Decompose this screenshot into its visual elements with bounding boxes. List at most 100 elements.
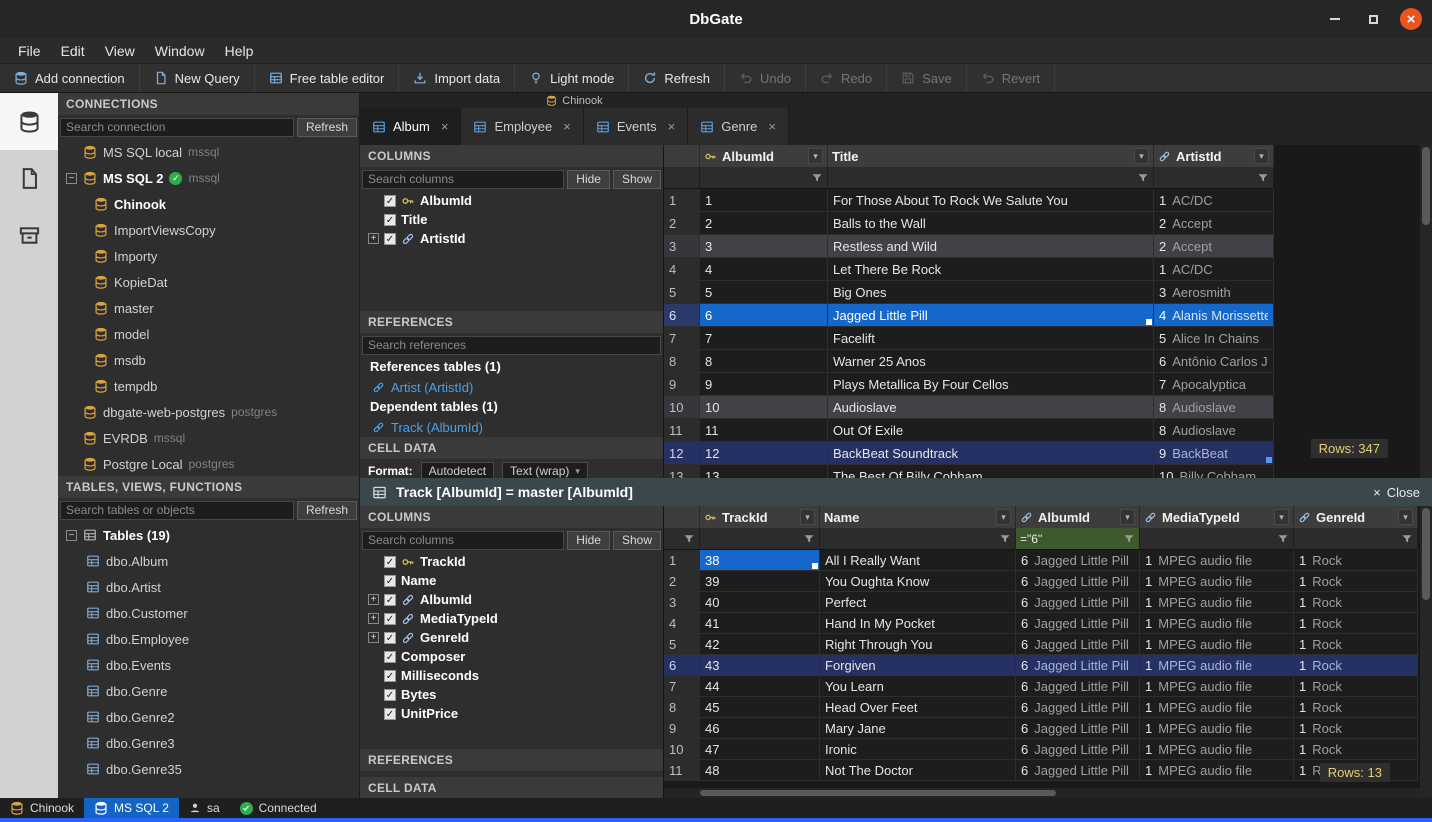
grid-cell[interactable]: 42 (700, 634, 820, 655)
grid-cell[interactable]: 1Rock (1294, 655, 1418, 676)
column-item-trackid[interactable]: ✓TrackId (360, 552, 663, 571)
filter-cell-albumid[interactable] (1016, 528, 1140, 550)
grid-cell[interactable]: You Learn (820, 676, 1016, 697)
tables-refresh-button[interactable]: Refresh (297, 501, 357, 520)
format-mode-dropdown[interactable]: Text (wrap) ▾ (502, 462, 588, 478)
row-number[interactable]: 1 (664, 550, 700, 571)
grid-cell[interactable]: Warner 25 Anos (828, 350, 1154, 373)
grid-cell[interactable]: 38 (700, 550, 820, 571)
chevron-down-icon[interactable]: ▾ (996, 509, 1011, 525)
strip-database-button[interactable] (0, 93, 58, 150)
menu-help[interactable]: Help (215, 41, 264, 61)
menu-window[interactable]: Window (145, 41, 215, 61)
reference-link-artist[interactable]: Artist (ArtistId) (360, 377, 663, 397)
expand-icon[interactable]: + (368, 613, 379, 624)
toolbar-refresh[interactable]: Refresh (629, 64, 725, 92)
grid-cell[interactable]: 1Rock (1294, 550, 1418, 571)
checkbox[interactable]: ✓ (384, 708, 396, 720)
grid-corner[interactable] (664, 145, 700, 167)
grid-cell[interactable]: 1Rock (1294, 676, 1418, 697)
grid-cell[interactable]: 1Rock (1294, 739, 1418, 760)
row-number[interactable]: 5 (664, 281, 700, 304)
connection-item[interactable]: −MS SQL 2✓mssql (58, 165, 359, 191)
grid-cell[interactable]: 1AC/DC (1154, 258, 1274, 281)
references-search-input[interactable] (362, 336, 661, 355)
grid-cell[interactable]: 1MPEG audio file (1140, 739, 1294, 760)
dependent-link-track[interactable]: Track (AlbumId) (360, 417, 663, 437)
grid-cell[interactable]: 1MPEG audio file (1140, 676, 1294, 697)
row-number[interactable]: 8 (664, 697, 700, 718)
chevron-down-icon[interactable]: ▾ (1134, 148, 1149, 164)
grid-cell[interactable]: 8Audioslave (1154, 396, 1274, 419)
expand-icon[interactable]: + (368, 632, 379, 643)
grid-cell[interactable]: 46 (700, 718, 820, 739)
row-number[interactable]: 4 (664, 613, 700, 634)
close-button[interactable]: × (1400, 8, 1422, 30)
table-item[interactable]: dbo.Album (58, 548, 359, 574)
database-item[interactable]: master (58, 295, 359, 321)
grid-cell[interactable]: 1AC/DC (1154, 189, 1274, 212)
column-header-albumid[interactable]: AlbumId▾ (1016, 506, 1140, 528)
checkbox[interactable]: ✓ (384, 651, 396, 663)
grid-cell[interactable]: 8Audioslave (1154, 419, 1274, 442)
row-number[interactable]: 10 (664, 396, 700, 419)
format-autodetect-dropdown[interactable]: Autodetect (421, 462, 494, 478)
vertical-scrollbar[interactable] (1420, 145, 1432, 478)
columns-search-input[interactable] (362, 531, 564, 550)
grid-cell[interactable]: 2 (700, 212, 828, 235)
minimize-button[interactable] (1324, 8, 1346, 30)
grid-cell[interactable]: 39 (700, 571, 820, 592)
grid-cell[interactable]: 1MPEG audio file (1140, 550, 1294, 571)
grid-cell[interactable]: 3Aerosmith (1154, 281, 1274, 304)
table-item[interactable]: dbo.Genre2 (58, 704, 359, 730)
hide-button[interactable]: Hide (567, 531, 610, 550)
grid-cell[interactable]: 6Jagged Little Pill (1016, 550, 1140, 571)
grid-cell[interactable]: 10Billy Cobham (1154, 465, 1274, 478)
grid-cell[interactable]: 47 (700, 739, 820, 760)
connection-item[interactable]: Postgre Localpostgres (58, 451, 359, 476)
filter-cell-artistid[interactable] (1154, 167, 1274, 189)
chevron-down-icon[interactable]: ▾ (1120, 509, 1135, 525)
chevron-down-icon[interactable]: ▾ (800, 509, 815, 525)
collapse-icon[interactable]: − (66, 530, 77, 541)
filter-input-title[interactable] (832, 167, 1137, 188)
grid-corner[interactable] (664, 506, 700, 528)
toolbar-import-data[interactable]: Import data (399, 64, 515, 92)
checkbox[interactable]: ✓ (384, 670, 396, 682)
grid-cell[interactable]: 10 (700, 396, 828, 419)
filter-corner[interactable] (664, 167, 700, 189)
grid-cell[interactable]: 1MPEG audio file (1140, 655, 1294, 676)
grid-cell[interactable]: 7Apocalyptica (1154, 373, 1274, 396)
filter-cell-name[interactable] (820, 528, 1016, 550)
filter-cell-title[interactable] (828, 167, 1154, 189)
statusbar-connection[interactable]: MS SQL 2 (84, 798, 179, 818)
row-number[interactable]: 13 (664, 465, 700, 478)
checkbox[interactable]: ✓ (384, 556, 396, 568)
expand-icon[interactable]: + (368, 594, 379, 605)
filter-input-genreid[interactable] (1298, 528, 1401, 549)
grid-cell[interactable]: 1Rock (1294, 697, 1418, 718)
row-number[interactable]: 9 (664, 718, 700, 739)
grid-cell[interactable]: 1Rock (1294, 718, 1418, 739)
tables-group[interactable]: −Tables (19) (58, 522, 359, 548)
grid-cell[interactable]: 43 (700, 655, 820, 676)
vertical-scrollbar[interactable] (1420, 506, 1432, 798)
tab-close-icon[interactable]: × (563, 119, 571, 134)
grid-cell[interactable]: Not The Doctor (820, 760, 1016, 781)
grid-cell[interactable]: 9 (700, 373, 828, 396)
database-item[interactable]: model (58, 321, 359, 347)
columns-search-input[interactable] (362, 170, 564, 189)
grid-cell[interactable]: Ironic (820, 739, 1016, 760)
connections-refresh-button[interactable]: Refresh (297, 118, 357, 137)
hide-button[interactable]: Hide (567, 170, 610, 189)
checkbox[interactable]: ✓ (384, 632, 396, 644)
row-number[interactable]: 8 (664, 350, 700, 373)
grid-cell[interactable]: Out Of Exile (828, 419, 1154, 442)
column-header-genreid[interactable]: GenreId▾ (1294, 506, 1418, 528)
toolbar-add-connection[interactable]: Add connection (0, 64, 140, 92)
column-header-name[interactable]: Name▾ (820, 506, 1016, 528)
checkbox[interactable]: ✓ (384, 575, 396, 587)
grid-cell[interactable]: 4 (700, 258, 828, 281)
tab-album[interactable]: Album× (360, 108, 461, 145)
checkbox[interactable]: ✓ (384, 195, 396, 207)
